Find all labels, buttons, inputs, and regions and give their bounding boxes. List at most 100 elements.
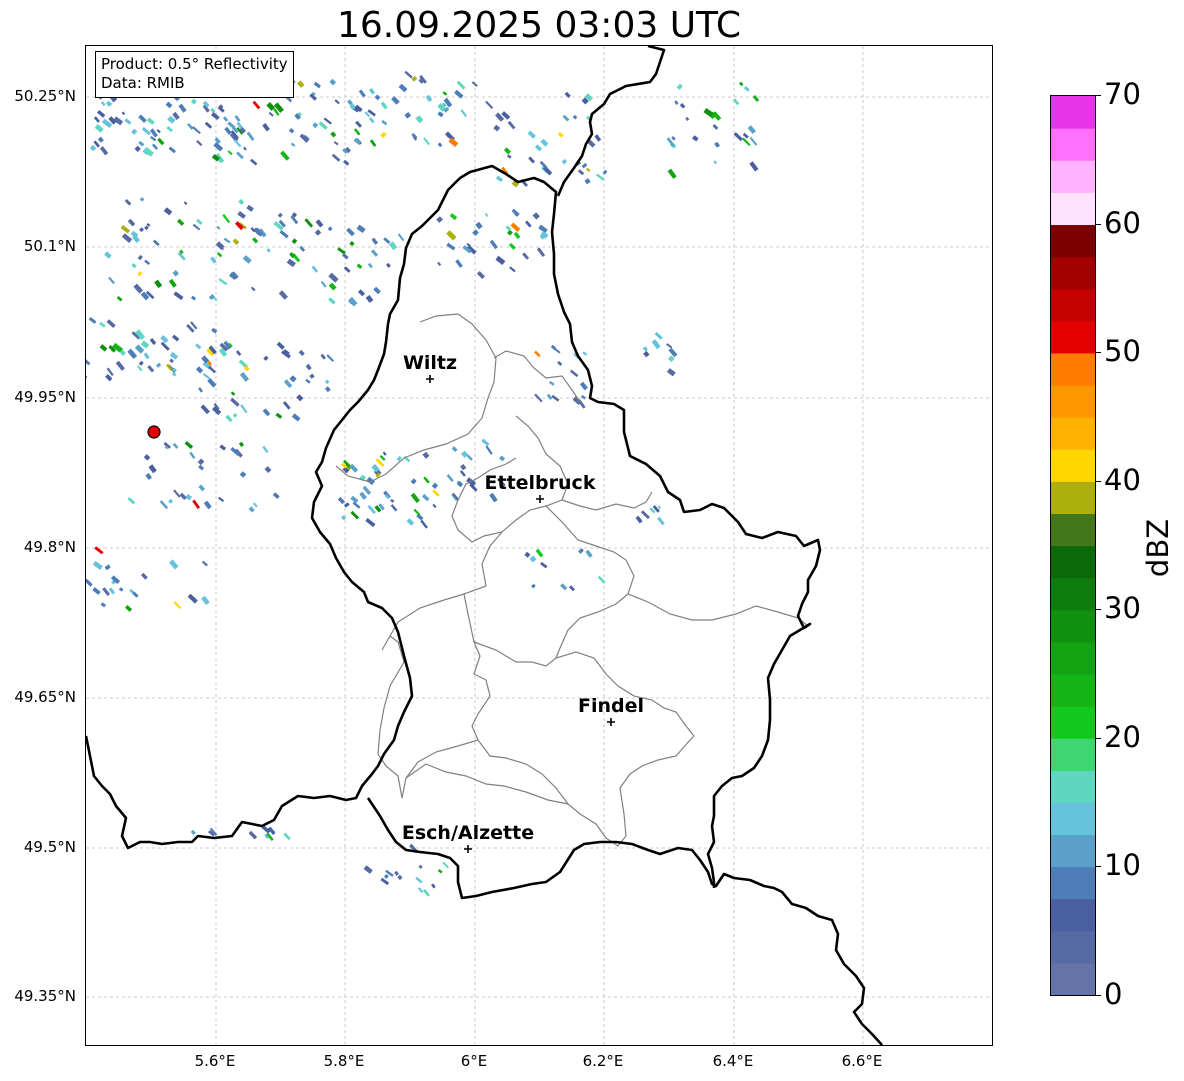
echo-cell — [597, 575, 606, 584]
echo-cell — [146, 117, 155, 125]
echo-cell — [674, 100, 679, 105]
echo-cell — [459, 470, 466, 477]
echo-cell — [176, 218, 185, 226]
echo-cell — [311, 265, 319, 273]
echo-cell — [139, 197, 145, 202]
echo-cell — [124, 605, 133, 612]
echo-cell — [461, 450, 469, 458]
echo-cell — [371, 237, 379, 245]
echo-cell — [369, 87, 376, 95]
echo-cell — [654, 331, 663, 340]
echo-cell — [437, 261, 442, 267]
colorbar-swatch — [1051, 160, 1095, 193]
lat-tick: 50.1°N — [23, 237, 76, 255]
echo-cell — [666, 368, 676, 377]
echo-cell — [283, 832, 291, 841]
echo-cell — [508, 242, 516, 250]
echo-cell — [230, 391, 236, 396]
colorbar-swatch — [1051, 962, 1095, 995]
echo-cell — [246, 204, 254, 212]
colorbar-swatch — [1051, 481, 1095, 514]
echo-cell — [131, 128, 138, 135]
echo-cell — [105, 100, 113, 107]
echo-cell — [102, 587, 111, 597]
echo-cell — [713, 160, 718, 165]
echo-cell — [742, 137, 751, 147]
echo-cell — [506, 154, 512, 159]
product-info-box: Product: 0.5° Reflectivity Data: RMIB — [95, 51, 294, 98]
echo-cell — [250, 158, 258, 166]
echo-cell — [86, 578, 93, 587]
echo-cell — [196, 140, 203, 147]
city-marker — [426, 375, 434, 383]
echo-cell — [239, 372, 250, 382]
echo-cell — [446, 230, 457, 241]
echo-cell — [280, 150, 290, 161]
echo-cell — [298, 349, 305, 356]
echo-cell — [353, 128, 361, 136]
echo-cell — [248, 506, 255, 513]
echo-cell — [329, 78, 337, 86]
colorbar-tick-mark — [1095, 609, 1101, 611]
echo-cell — [380, 131, 387, 139]
echo-cell — [373, 286, 381, 295]
colorbar-swatch — [1051, 320, 1095, 354]
echo-cell — [380, 101, 388, 110]
colorbar-swatch — [1051, 866, 1095, 900]
echo-cell — [436, 216, 443, 223]
echo-cell — [282, 401, 291, 410]
echo-cell — [602, 169, 608, 175]
echo-cell — [173, 601, 182, 610]
colorbar-swatch — [1051, 449, 1095, 482]
echo-cell — [456, 80, 466, 90]
echo-cell — [532, 212, 540, 220]
echo-cell — [168, 146, 177, 154]
echo-cell — [415, 876, 423, 884]
colorbar-tick-mark — [1095, 995, 1101, 996]
echo-cell — [564, 91, 571, 98]
echo-cell — [381, 119, 388, 126]
echo-cell — [246, 131, 255, 141]
echo-cell — [106, 319, 116, 328]
colorbar-swatch — [1051, 384, 1095, 418]
echo-cell — [549, 380, 555, 386]
echo-cell — [224, 126, 232, 135]
echo-cell — [283, 379, 293, 389]
radar-map[interactable]: Wiltz Ettelbruck Findel Esch/Alzette — [85, 45, 993, 1046]
echo-cell — [133, 283, 144, 294]
lat-tick: 49.8°N — [23, 538, 76, 556]
echo-cell — [201, 560, 209, 567]
echo-cell — [397, 874, 403, 881]
city-label: Esch/Alzette — [402, 822, 534, 844]
echo-cell — [222, 213, 231, 224]
lat-tick: 49.5°N — [23, 838, 76, 856]
colorbar-swatch — [1051, 641, 1095, 675]
radar-site-marker[interactable] — [147, 425, 161, 439]
echo-cell — [312, 122, 319, 129]
echo-cell — [169, 358, 174, 364]
echo-cell — [173, 291, 184, 301]
colorbar-swatch — [1051, 224, 1095, 258]
echo-cell — [404, 70, 413, 79]
echo-cell — [137, 271, 143, 277]
echo-cell — [196, 218, 203, 225]
echo-cell — [460, 109, 468, 118]
echo-cell — [169, 351, 179, 360]
map-canvas: Wiltz Ettelbruck Findel Esch/Alzette — [86, 46, 992, 1045]
echo-cell — [291, 238, 298, 245]
echo-cell — [179, 492, 187, 500]
echo-cell — [561, 158, 568, 165]
echo-cell — [137, 254, 143, 261]
lon-tick: 6.6°E — [841, 1052, 883, 1070]
echo-cell — [692, 135, 699, 142]
colorbar-tick-label: 10 — [1104, 848, 1141, 883]
echo-cell — [557, 360, 563, 367]
echo-cell — [154, 279, 163, 289]
echo-cell — [305, 378, 311, 384]
echo-cell — [522, 252, 530, 260]
echo-cell — [94, 546, 104, 555]
echo-cell — [437, 111, 444, 118]
echo-cell — [223, 237, 231, 244]
colorbar-swatch — [1051, 288, 1095, 322]
echo-cell — [240, 404, 248, 414]
